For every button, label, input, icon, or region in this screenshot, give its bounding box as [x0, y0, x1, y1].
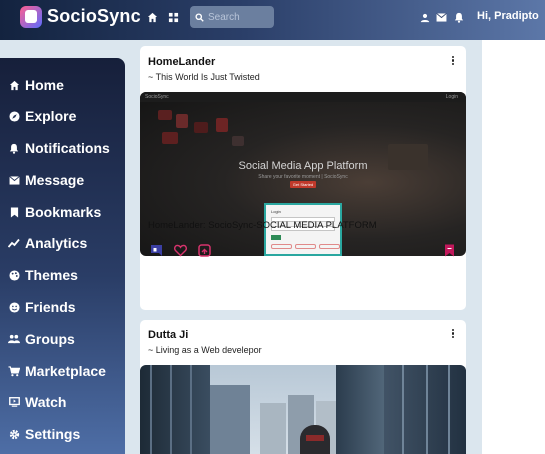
mockup-subtitle: Share your favorite moment | SocioSync — [258, 174, 348, 180]
sidebar-item-settings[interactable]: Settings — [8, 423, 80, 445]
mockup-nav-link: Login — [445, 94, 458, 100]
bookmark-icon[interactable] — [444, 244, 457, 257]
mockup-thumbnail — [176, 114, 188, 128]
building-shape — [260, 403, 286, 454]
like-icon[interactable] — [174, 244, 187, 257]
mockup-brand: SocioSync — [145, 94, 169, 100]
sidebar-item-message[interactable]: Message — [8, 169, 84, 191]
sidebar-item-label: Themes — [25, 267, 78, 283]
post-card: HomeLander ~ This World Is Just Twisted … — [140, 46, 466, 310]
sidebar-item-analytics[interactable]: Analytics — [8, 232, 87, 254]
sidebar-item-label: Home — [25, 77, 64, 93]
post-card: Dutta Ji ~ Living as a Web develepor — [140, 320, 466, 454]
post-author[interactable]: HomeLander — [148, 56, 215, 68]
post-image[interactable] — [140, 365, 466, 454]
sidebar-item-themes[interactable]: Themes — [8, 264, 78, 286]
gear-icon — [8, 428, 20, 440]
sidebar-item-watch[interactable]: Watch — [8, 391, 66, 413]
mockup-thumbnail — [232, 136, 244, 146]
bell-icon[interactable] — [452, 11, 465, 24]
trend-icon — [8, 237, 20, 249]
sidebar-item-label: Friends — [25, 299, 76, 315]
sidebar-item-label: Settings — [25, 426, 81, 442]
mockup-pill — [271, 244, 292, 249]
building-shape — [336, 365, 384, 454]
mockup-pill — [295, 244, 316, 249]
sidebar-item-marketplace[interactable]: Marketplace — [8, 360, 106, 382]
sidebar-item-explore[interactable]: Explore — [8, 105, 76, 127]
search-icon — [195, 12, 204, 22]
building-shape — [190, 365, 192, 454]
sidebar-item-home[interactable]: Home — [8, 74, 64, 96]
building-shape — [150, 365, 152, 454]
home-icon[interactable] — [146, 11, 159, 24]
search-bar — [190, 6, 274, 28]
sidebar-item-notifications[interactable]: Notifications — [8, 137, 110, 159]
home-icon — [8, 79, 20, 91]
mockup-navbar: SocioSync Login — [140, 92, 466, 102]
sidebar-item-label: Analytics — [25, 235, 88, 251]
post-image[interactable]: SocioSync Login Social Media App Platfor… — [140, 92, 466, 256]
person-silhouette — [306, 435, 324, 441]
tv-icon — [8, 396, 20, 408]
building-shape — [448, 365, 450, 454]
sidebar-item-label: Bookmarks — [25, 204, 102, 220]
user-icon[interactable] — [418, 11, 431, 24]
sidebar-item-label: Groups — [25, 331, 75, 347]
sidebar: Home Explore Notifications Message Bookm… — [0, 58, 125, 454]
sidebar-item-bookmarks[interactable]: Bookmarks — [8, 201, 101, 223]
user-greeting[interactable]: Hi, Pradipto — [477, 10, 539, 22]
right-panel — [482, 40, 545, 454]
building-shape — [384, 365, 466, 454]
app-logo[interactable] — [20, 6, 42, 28]
sidebar-item-label: Message — [25, 172, 85, 188]
share-icon[interactable] — [198, 244, 211, 257]
bookmark-icon — [8, 206, 20, 218]
building-shape — [210, 385, 250, 454]
compass-icon — [8, 110, 20, 122]
mockup-card-title: Login — [271, 209, 281, 214]
brand-name[interactable]: SocioSync — [47, 6, 141, 27]
mockup-pill — [319, 244, 340, 249]
mockup-submit — [271, 235, 281, 240]
smile-icon — [8, 301, 20, 313]
mockup-title: Social Media App Platform — [238, 160, 368, 172]
sidebar-item-label: Notifications — [25, 140, 110, 156]
comment-icon[interactable] — [150, 244, 163, 257]
post-subtitle: ~ This World Is Just Twisted — [148, 72, 260, 82]
top-navbar: SocioSync Hi, Pradipto — [0, 0, 545, 40]
sidebar-item-label: Marketplace — [25, 363, 106, 379]
sidebar-item-friends[interactable]: Friends — [8, 296, 76, 318]
bell-icon — [8, 142, 20, 154]
post-caption: HomeLander: SocioSync-SOCIAL MEDIA PLATF… — [148, 220, 377, 231]
sidebar-item-groups[interactable]: Groups — [8, 328, 75, 350]
search-input[interactable] — [208, 11, 268, 23]
more-options-icon[interactable] — [452, 329, 456, 339]
palette-icon — [8, 269, 20, 281]
post-author[interactable]: Dutta Ji — [148, 329, 188, 341]
sidebar-item-label: Watch — [25, 394, 67, 410]
mockup-thumbnail — [158, 110, 172, 120]
group-icon — [8, 333, 20, 345]
building-shape — [426, 365, 428, 454]
mockup-cta: Get Started — [290, 181, 316, 188]
building-shape — [170, 365, 172, 454]
sidebar-item-label: Explore — [25, 108, 77, 124]
more-options-icon[interactable] — [452, 56, 456, 66]
mail-icon[interactable] — [435, 11, 448, 24]
building-shape — [402, 365, 404, 454]
mockup-thumbnail — [216, 118, 228, 132]
grid-icon[interactable] — [167, 11, 180, 24]
post-subtitle: ~ Living as a Web develepor — [148, 345, 262, 355]
mail-icon — [8, 174, 20, 186]
mockup-thumbnail — [162, 132, 178, 144]
mockup-thumbnail — [194, 122, 208, 133]
cart-icon — [8, 365, 20, 377]
